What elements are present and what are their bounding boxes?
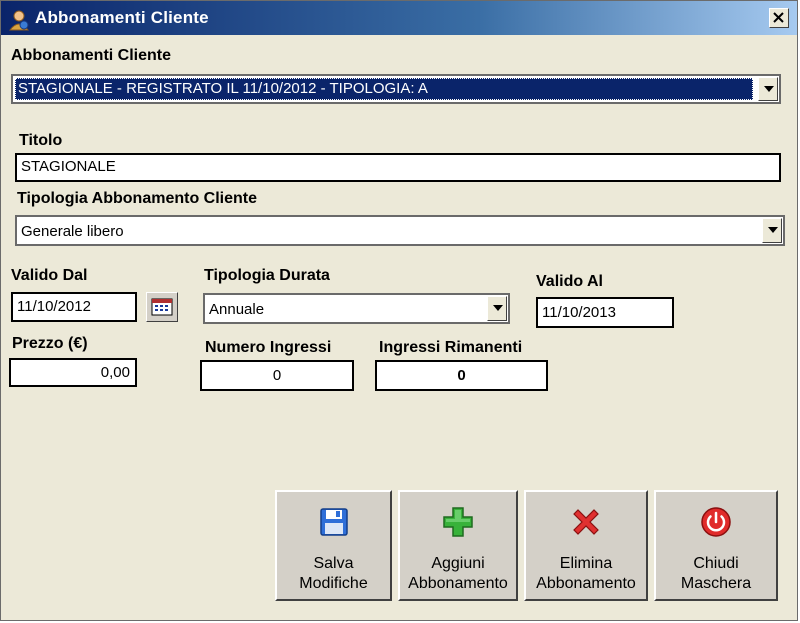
ingressi-rimanenti-value: 0 xyxy=(375,360,548,391)
user-icon xyxy=(8,10,30,31)
save-button-line2: Modifiche xyxy=(299,575,368,592)
prezzo-input[interactable]: 0,00 xyxy=(9,358,137,387)
valido-dal-label: Valido Dal xyxy=(11,267,88,284)
tipologia-durata-select[interactable]: Annuale xyxy=(203,293,510,324)
calendar-icon xyxy=(151,298,173,316)
close-icon xyxy=(773,12,784,23)
delete-button-line1: Elimina xyxy=(559,555,613,572)
red-x-icon xyxy=(573,509,599,535)
save-button[interactable]: Salva Modifiche xyxy=(275,490,392,601)
close-form-button[interactable]: Chiudi Maschera xyxy=(654,490,778,601)
close-button-line1: Chiudi xyxy=(693,555,739,572)
ingressi-rimanenti-label: Ingressi Rimanenti xyxy=(379,339,523,356)
window-close-button[interactable] xyxy=(769,8,789,28)
numero-ingressi-label: Numero Ingressi xyxy=(205,339,332,356)
subscriptions-dropdown-button[interactable] xyxy=(758,77,778,101)
prezzo-label: Prezzo (€) xyxy=(12,335,88,352)
title-bar[interactable]: Abbonamenti Cliente xyxy=(1,1,797,35)
delete-subscription-button[interactable]: Elimina Abbonamento xyxy=(524,490,648,601)
add-button-line2: Abbonamento xyxy=(408,575,508,592)
floppy-disk-icon xyxy=(319,508,348,536)
subscriptions-select[interactable]: STAGIONALE - REGISTRATO IL 11/10/2012 - … xyxy=(11,74,781,104)
numero-ingressi-input[interactable]: 0 xyxy=(200,360,354,391)
delete-button-line2: Abbonamento xyxy=(536,575,636,592)
calendar-button[interactable] xyxy=(146,292,178,322)
valido-al-label: Valido Al xyxy=(536,273,603,290)
tipologia-abbonamento-select[interactable]: Generale libero xyxy=(15,215,785,246)
tipologia-abbonamento-label: Tipologia Abbonamento Cliente xyxy=(17,190,257,207)
subscriptions-selected-value: STAGIONALE - REGISTRATO IL 11/10/2012 - … xyxy=(18,80,428,97)
tipologia-abbonamento-value: Generale libero xyxy=(21,223,124,240)
add-subscription-button[interactable]: Aggiuni Abbonamento xyxy=(398,490,518,601)
titolo-input[interactable]: STAGIONALE xyxy=(15,153,781,182)
green-plus-icon xyxy=(443,507,473,537)
subscriptions-label: Abbonamenti Cliente xyxy=(11,47,172,64)
add-button-line1: Aggiuni xyxy=(431,555,485,572)
tipologia-durata-value: Annuale xyxy=(209,301,265,318)
subscriptions-window: Abbonamenti Cliente Abbonamenti Cliente … xyxy=(0,0,798,621)
window-title: Abbonamenti Cliente xyxy=(35,8,209,27)
close-button-line2: Maschera xyxy=(680,575,752,592)
valido-al-input[interactable]: 11/10/2013 xyxy=(536,297,674,328)
tipologia-durata-label: Tipologia Durata xyxy=(204,267,330,284)
tipologia-abbonamento-dropdown-button[interactable] xyxy=(762,218,782,243)
save-button-line1: Salva xyxy=(313,555,354,572)
tipologia-durata-dropdown-button[interactable] xyxy=(487,296,507,321)
valido-dal-input[interactable]: 11/10/2012 xyxy=(11,292,137,322)
power-icon xyxy=(701,507,731,537)
titolo-label: Titolo xyxy=(19,132,63,149)
